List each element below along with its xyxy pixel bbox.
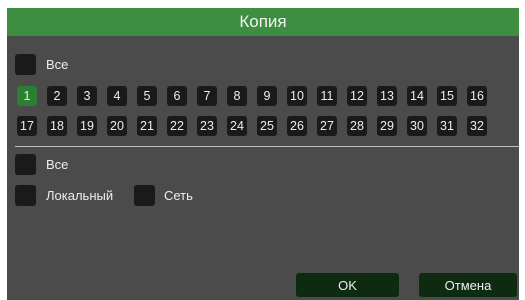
channel-checkbox-19[interactable]: 19 [77,116,97,136]
channel-checkbox-6[interactable]: 6 [167,86,187,106]
channel-checkbox-1[interactable]: 1 [17,86,37,106]
channel-checkbox-5[interactable]: 5 [137,86,157,106]
dialog-title-bar: Копия [7,8,519,36]
channel-checkbox-7[interactable]: 7 [197,86,217,106]
channel-checkbox-27[interactable]: 27 [317,116,337,136]
channel-checkbox-8[interactable]: 8 [227,86,247,106]
network-label: Сеть [164,188,193,203]
channel-checkbox-31[interactable]: 31 [437,116,457,136]
channel-checkbox-2[interactable]: 2 [47,86,67,106]
channel-checkbox-32[interactable]: 32 [467,116,487,136]
channel-checkbox-25[interactable]: 25 [257,116,277,136]
channels-select-all-checkbox[interactable] [15,54,36,75]
channel-checkbox-30[interactable]: 30 [407,116,427,136]
local-checkbox[interactable] [15,185,36,206]
channel-checkbox-9[interactable]: 9 [257,86,277,106]
ok-button[interactable]: OK [296,273,399,297]
channel-checkbox-16[interactable]: 16 [467,86,487,106]
cancel-button[interactable]: Отмена [419,273,517,297]
channel-checkbox-15[interactable]: 15 [437,86,457,106]
copy-dialog: Копия Все 1 2 3 4 5 6 7 8 9 10 11 12 13 14 15 16 17 18 19… [7,8,519,300]
channel-checkbox-26[interactable]: 26 [287,116,307,136]
channel-checkbox-11[interactable]: 11 [317,86,337,106]
channel-checkbox-12[interactable]: 12 [347,86,367,106]
channel-checkbox-28[interactable]: 28 [347,116,367,136]
channel-checkbox-4[interactable]: 4 [107,86,127,106]
channel-checkbox-14[interactable]: 14 [407,86,427,106]
section-divider [15,146,519,147]
channel-checkbox-20[interactable]: 20 [107,116,127,136]
channel-checkbox-24[interactable]: 24 [227,116,247,136]
channel-checkbox-10[interactable]: 10 [287,86,307,106]
network-checkbox[interactable] [134,185,155,206]
local-label: Локальный [46,188,114,203]
type-select-all-label: Все [46,157,69,172]
type-select-all-checkbox[interactable] [15,154,36,175]
channel-checkbox-22[interactable]: 22 [167,116,187,136]
channel-checkbox-21[interactable]: 21 [137,116,157,136]
channels-select-all-label: Все [46,57,69,72]
channel-checkbox-18[interactable]: 18 [47,116,67,136]
channel-checkbox-23[interactable]: 23 [197,116,217,136]
channel-checkbox-29[interactable]: 29 [377,116,397,136]
dialog-title: Копия [239,12,287,31]
channel-checkbox-17[interactable]: 17 [17,116,37,136]
channel-checkbox-3[interactable]: 3 [77,86,97,106]
channel-checkbox-13[interactable]: 13 [377,86,397,106]
